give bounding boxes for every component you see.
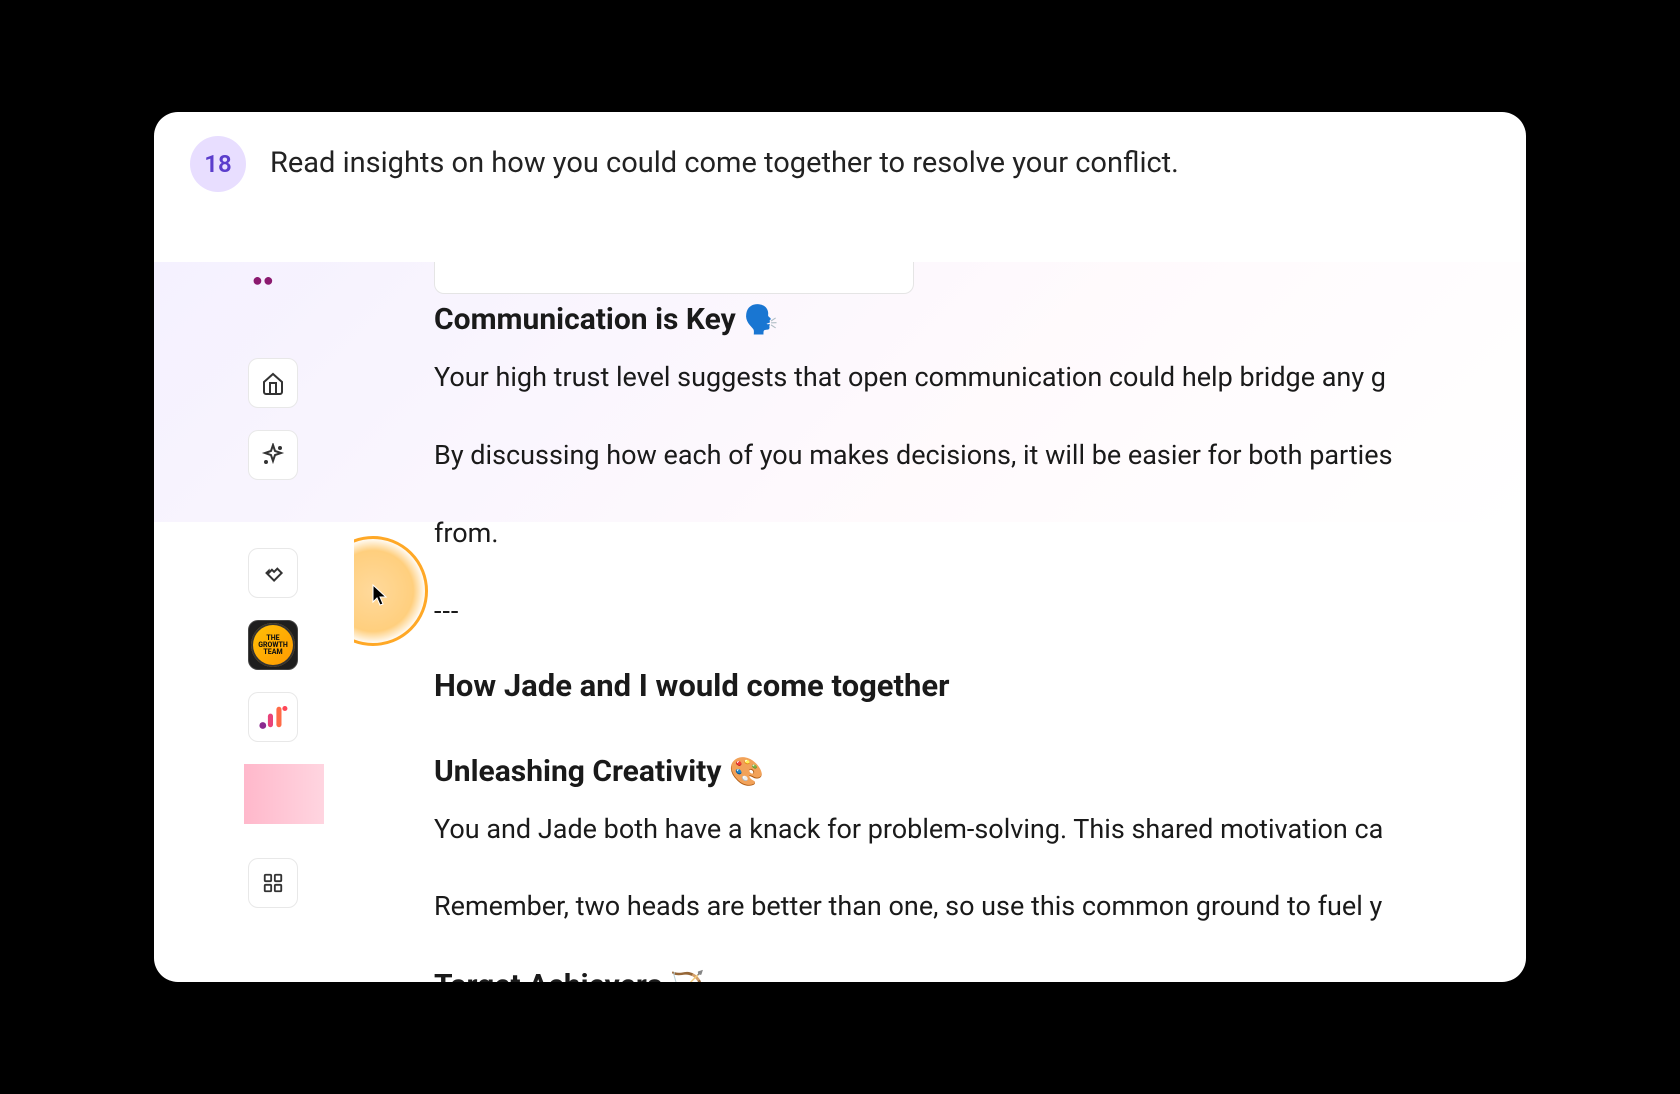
- section-body-line: You and Jade both have a knack for probl…: [434, 809, 1526, 851]
- section-creativity: Unleashing Creativity 🎨 You and Jade bot…: [434, 754, 1526, 929]
- instruction-text: Read insights on how you could come toge…: [270, 145, 1179, 183]
- nav-apps[interactable]: [248, 858, 298, 908]
- nav-home[interactable]: [248, 358, 298, 408]
- nav-sparkle[interactable]: [248, 430, 298, 480]
- speaking-emoji-icon: 🗣️: [744, 303, 779, 336]
- main-content: Communication is Key 🗣️ Your high trust …: [354, 262, 1526, 982]
- section-body-line: By discussing how each of you makes deci…: [434, 435, 1526, 477]
- nav-growth-team[interactable]: THE GROWTH TEAM: [248, 620, 298, 670]
- app-window: 18 Read insights on how you could come t…: [154, 112, 1526, 982]
- section-targets: Target Achievers 🏹 Your mutual love of s…: [434, 968, 1526, 982]
- nav-active-item[interactable]: [244, 764, 324, 824]
- bow-emoji-icon: 🏹: [670, 969, 705, 982]
- sparkle-icon: [261, 443, 285, 467]
- step-number-badge: 18: [190, 136, 246, 192]
- nav-handshake[interactable]: [248, 548, 298, 598]
- handshake-icon: [260, 560, 286, 586]
- grid-icon: [262, 872, 284, 894]
- section-body-line: from.: [434, 513, 1526, 555]
- growth-team-badge-icon: THE GROWTH TEAM: [251, 623, 295, 667]
- cursor-icon: [372, 584, 390, 608]
- title-text: Unleashing Creativity: [434, 754, 721, 789]
- divider: ---: [434, 595, 1526, 627]
- app-body: ●● THE GROWTH TEAM: [154, 262, 1526, 982]
- section-title-communication: Communication is Key 🗣️: [434, 302, 1526, 337]
- title-text: Communication is Key: [434, 302, 736, 337]
- secondary-heading: How Jade and I would come together: [434, 667, 1526, 704]
- section-communication: Communication is Key 🗣️ Your high trust …: [434, 302, 1526, 555]
- nav-brand[interactable]: [248, 692, 298, 742]
- home-icon: [261, 371, 285, 395]
- section-title-creativity: Unleashing Creativity 🎨: [434, 754, 1526, 789]
- section-body-line: Your high trust level suggests that open…: [434, 357, 1526, 399]
- instruction-header: 18 Read insights on how you could come t…: [154, 112, 1526, 224]
- section-title-targets: Target Achievers 🏹: [434, 968, 1526, 982]
- brand-logo-icon: [256, 700, 290, 734]
- palette-emoji-icon: 🎨: [729, 755, 764, 788]
- title-text: Target Achievers: [434, 968, 662, 982]
- highlight-indicator-icon: [354, 536, 428, 646]
- section-body-line: Remember, two heads are better than one,…: [434, 886, 1526, 928]
- sidebar-nav: THE GROWTH TEAM: [154, 262, 354, 982]
